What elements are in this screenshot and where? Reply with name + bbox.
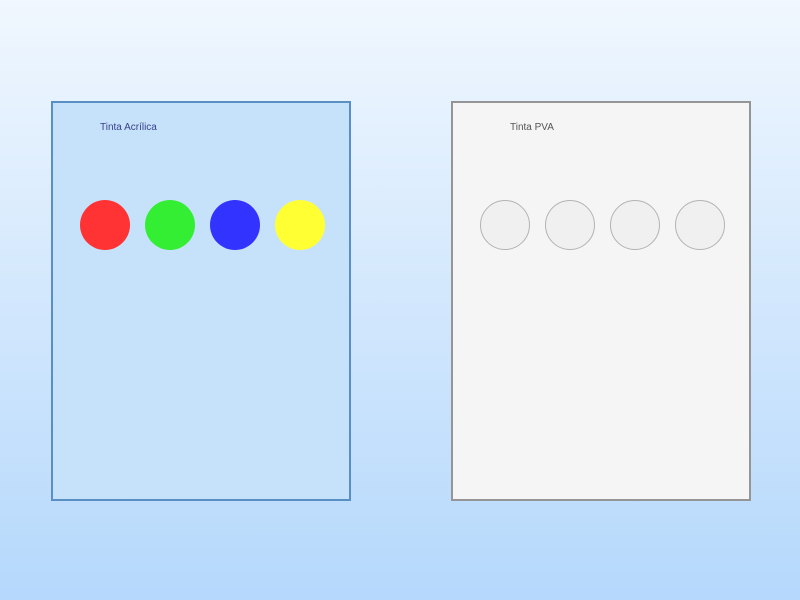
pva-swatch-1	[480, 200, 530, 250]
acrylic-swatch-yellow	[275, 200, 325, 250]
pva-swatch-3	[610, 200, 660, 250]
acrylic-swatch-red	[80, 200, 130, 250]
acrylic-paint-panel: Tinta Acrílica	[51, 101, 351, 501]
acrylic-swatch-blue	[210, 200, 260, 250]
acrylic-paint-label: Tinta Acrílica	[100, 122, 157, 133]
acrylic-swatch-green	[145, 200, 195, 250]
pva-paint-panel: Tinta PVA	[451, 101, 751, 501]
pva-swatch-4	[675, 200, 725, 250]
pva-paint-label: Tinta PVA	[510, 122, 554, 133]
pva-swatch-2	[545, 200, 595, 250]
